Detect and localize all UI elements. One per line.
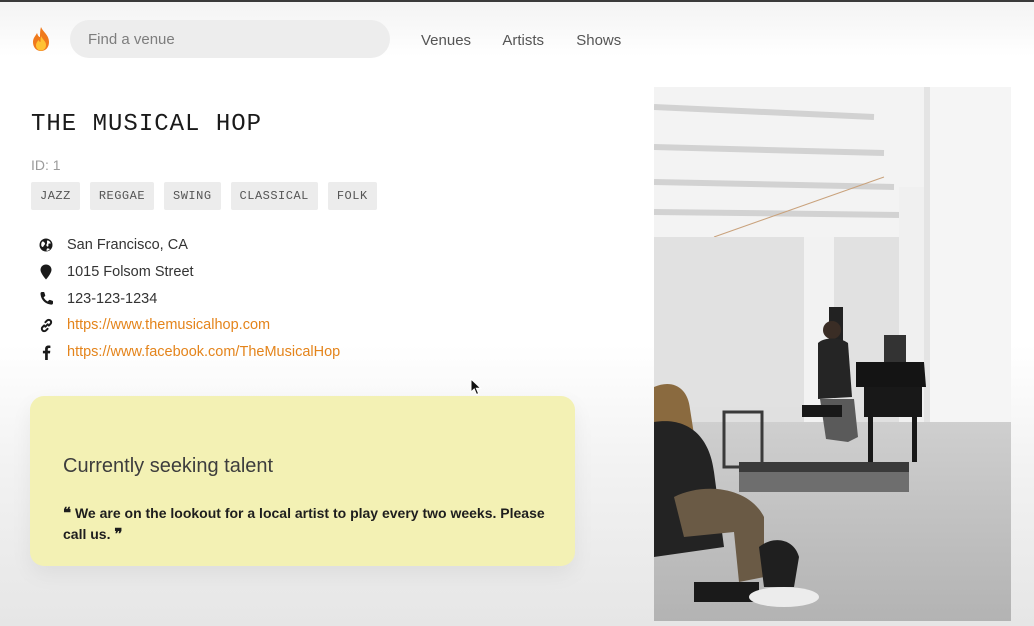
genre-tag: FOLK xyxy=(327,182,377,210)
venue-address: 1015 Folsom Street xyxy=(67,264,194,281)
genre-tag: JAZZ xyxy=(31,182,80,210)
venue-website-link[interactable]: https://www.themusicalhop.com xyxy=(67,317,270,333)
genre-tag: CLASSICAL xyxy=(230,182,318,210)
venue-phone: 123-123-1234 xyxy=(67,290,158,307)
mouse-cursor-icon xyxy=(470,378,482,396)
venue-title: THE MUSICAL HOP xyxy=(31,111,263,138)
link-icon xyxy=(37,317,55,333)
seeking-description: ❝ We are on the lookout for a local arti… xyxy=(63,503,553,545)
info-address: 1015 Folsom Street xyxy=(37,259,340,286)
venue-page: Venues Artists Shows THE MUSICAL HOP ID:… xyxy=(0,0,1034,626)
globe-icon xyxy=(37,237,55,253)
flame-icon[interactable] xyxy=(30,26,52,52)
info-city: San Francisco, CA xyxy=(37,232,340,259)
phone-icon xyxy=(37,291,55,307)
seeking-title: Currently seeking talent xyxy=(63,455,274,477)
venue-facebook-link[interactable]: https://www.facebook.com/TheMusicalHop xyxy=(67,344,340,360)
quote-left-icon: ❝ xyxy=(63,504,72,522)
nav-link-venues[interactable]: Venues xyxy=(421,32,471,49)
map-pin-icon xyxy=(37,264,55,280)
quote-right-icon: ❞ xyxy=(114,525,123,543)
facebook-icon xyxy=(37,344,55,360)
genre-tag: SWING xyxy=(164,182,221,210)
info-facebook: https://www.facebook.com/TheMusicalHop xyxy=(37,339,340,366)
seeking-description-text: We are on the lookout for a local artist… xyxy=(63,505,545,542)
venue-photo xyxy=(654,87,1011,621)
nav-link-artists[interactable]: Artists xyxy=(502,32,544,49)
nav-link-shows[interactable]: Shows xyxy=(576,32,621,49)
venue-id: ID: 1 xyxy=(31,157,61,173)
navbar: Venues Artists Shows xyxy=(0,2,1034,72)
nav-links: Venues Artists Shows xyxy=(421,32,649,49)
venue-city: San Francisco, CA xyxy=(67,237,188,254)
genre-tag: REGGAE xyxy=(89,182,155,210)
info-phone: 123-123-1234 xyxy=(37,285,340,312)
info-website: https://www.themusicalhop.com xyxy=(37,312,340,339)
seeking-talent-card: Currently seeking talent ❝ We are on the… xyxy=(30,396,575,566)
search-input[interactable] xyxy=(70,20,390,58)
venue-info-list: San Francisco, CA 1015 Folsom Street 123… xyxy=(37,232,340,365)
genre-tags: JAZZ REGGAE SWING CLASSICAL FOLK xyxy=(31,182,377,210)
